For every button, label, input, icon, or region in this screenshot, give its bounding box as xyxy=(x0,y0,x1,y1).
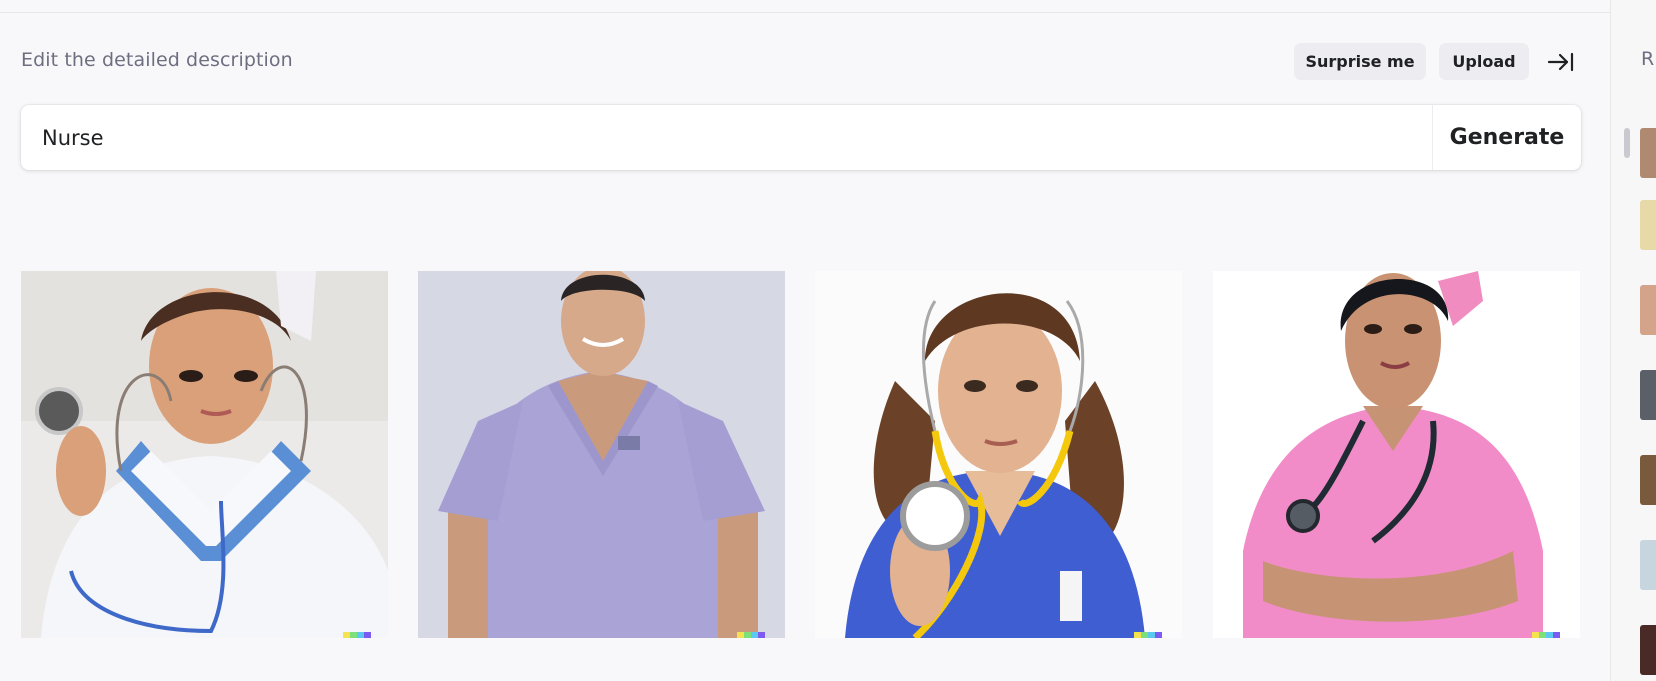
result-image-1[interactable] xyxy=(21,271,388,638)
result-image-2[interactable] xyxy=(418,271,785,638)
surprise-me-button[interactable]: Surprise me xyxy=(1294,43,1426,80)
prompt-box: Generate xyxy=(21,105,1581,170)
history-heading: R xyxy=(1641,48,1655,70)
top-bar xyxy=(0,0,1610,13)
description-label: Edit the detailed description xyxy=(21,49,293,71)
history-thumbnail[interactable] xyxy=(1640,370,1656,420)
upload-button[interactable]: Upload xyxy=(1439,43,1529,80)
history-thumbnail[interactable] xyxy=(1640,285,1656,335)
history-thumbnail[interactable] xyxy=(1640,540,1656,590)
result-image-3[interactable] xyxy=(815,271,1182,638)
history-thumbnail[interactable] xyxy=(1640,455,1656,505)
editor-area: Edit the detailed description Surprise m… xyxy=(0,13,1610,681)
history-scrollbar[interactable] xyxy=(1624,128,1630,158)
generate-button[interactable]: Generate xyxy=(1432,105,1581,170)
history-thumbnail[interactable] xyxy=(1640,625,1656,675)
result-image-4[interactable] xyxy=(1213,271,1580,638)
history-thumbnail[interactable] xyxy=(1640,200,1656,250)
prompt-input[interactable] xyxy=(21,105,1432,170)
history-thumbnail[interactable] xyxy=(1640,128,1656,178)
history-panel: R xyxy=(1610,0,1656,681)
collapse-panel-icon[interactable] xyxy=(1546,49,1576,75)
